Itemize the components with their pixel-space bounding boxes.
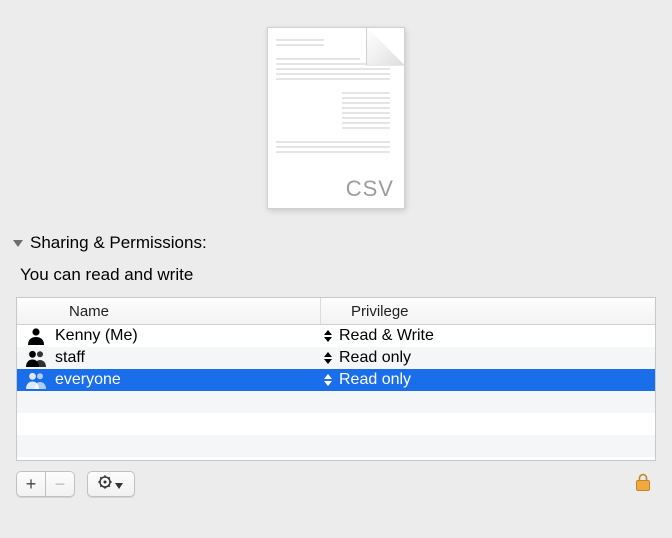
privilege-value: Read & Write [339,327,434,345]
permission-summary: You can read and write [12,261,660,297]
privilege-value: Read only [339,349,411,367]
lock-icon [634,472,652,496]
users-icon [17,371,55,389]
chevron-down-icon [115,476,125,493]
row-name: everyone [55,371,321,389]
file-icon: CSV [267,27,405,209]
file-preview-area: CSV [0,0,672,225]
plus-icon: + [26,474,37,495]
row-name: staff [55,349,321,367]
table-row[interactable]: staff Read only [17,347,655,369]
table-row[interactable]: everyone Read only [17,369,655,391]
minus-icon: − [55,474,66,495]
section-toggle[interactable]: Sharing & Permissions: [12,225,660,261]
lock-button[interactable] [630,472,656,496]
section-title: Sharing & Permissions: [30,233,207,253]
table-row-empty [17,391,655,413]
remove-button: − [46,471,75,497]
page-fold-icon [366,27,405,66]
action-menu-button[interactable] [87,471,135,497]
table-header: Name Privilege [17,298,655,325]
table-row-empty [17,435,655,457]
row-name: Kenny (Me) [55,327,321,345]
stepper-icon [321,329,335,343]
stepper-icon [321,351,335,365]
stepper-icon [321,373,335,387]
privilege-selector[interactable]: Read only [321,371,655,389]
table-body: Kenny (Me) Read & Write staff Read only … [17,325,655,460]
privilege-value: Read only [339,371,411,389]
file-extension-label: CSV [346,176,394,202]
column-header-name[interactable]: Name [17,298,321,324]
table-row[interactable]: Kenny (Me) Read & Write [17,325,655,347]
table-row-empty [17,413,655,435]
add-button[interactable]: + [16,471,46,497]
privilege-selector[interactable]: Read & Write [321,327,655,345]
users-icon [17,349,55,367]
permissions-table: Name Privilege Kenny (Me) Read & Write s… [16,297,656,461]
privilege-selector[interactable]: Read only [321,349,655,367]
disclosure-down-icon [12,237,24,249]
user-icon [17,327,55,345]
column-header-privilege[interactable]: Privilege [321,303,655,320]
gear-icon [97,474,115,494]
